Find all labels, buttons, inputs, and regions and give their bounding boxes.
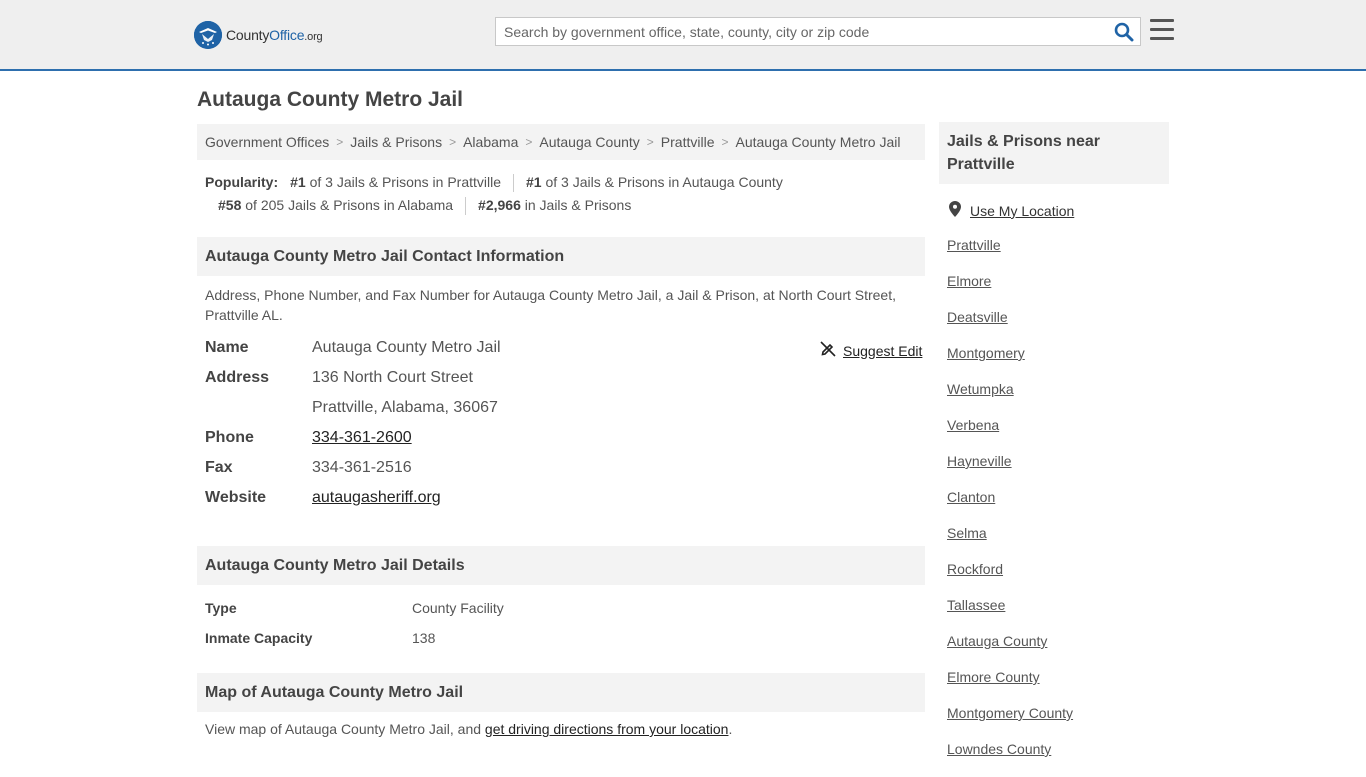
rank-county: #1 of 3 Jails & Prisons in Autauga Count… [526, 174, 783, 190]
phone-label: Phone [205, 429, 254, 446]
chevron-right-icon: > [449, 135, 457, 149]
list-item: Lowndes County [947, 741, 1073, 777]
chevron-right-icon: > [525, 135, 533, 149]
map-description: View map of Autauga County Metro Jail, a… [205, 721, 733, 737]
breadcrumb-jails-prisons[interactable]: Jails & Prisons [350, 134, 442, 150]
type-label: Type [205, 600, 237, 616]
nearby-elmore-county-link[interactable]: Elmore County [947, 669, 1040, 685]
list-item: Prattville [947, 237, 1073, 273]
contact-row-phone: Phone 334-361-2600 [205, 423, 925, 453]
sidebar-heading: Jails & Prisons near Prattville [939, 122, 1169, 184]
search-input[interactable] [496, 18, 1106, 45]
details-row-capacity: Inmate Capacity 138 [205, 623, 504, 653]
nearby-deatsville-link[interactable]: Deatsville [947, 309, 1008, 325]
rank-state: #58 of 205 Jails & Prisons in Alabama [218, 197, 454, 213]
nearby-montgomery-county-link[interactable]: Montgomery County [947, 705, 1073, 721]
list-item: Verbena [947, 417, 1073, 453]
website-link[interactable]: autaugasheriff.org [312, 489, 441, 507]
address-label: Address [205, 369, 270, 386]
site-header: CountyOffice.org [0, 0, 1366, 71]
breadcrumb-prattville[interactable]: Prattville [661, 134, 715, 150]
nearby-elmore-link[interactable]: Elmore [947, 273, 991, 289]
name-label: Name [205, 339, 249, 356]
nearby-hayneville-link[interactable]: Hayneville [947, 453, 1012, 469]
driving-directions-link[interactable]: get driving directions from your locatio… [485, 721, 729, 737]
site-logo[interactable]: CountyOffice.org [194, 21, 323, 49]
website-label: Website [205, 489, 267, 506]
nearby-autauga-county-link[interactable]: Autauga County [947, 633, 1047, 649]
nearby-clanton-link[interactable]: Clanton [947, 489, 995, 505]
page-title: Autauga County Metro Jail [197, 88, 464, 111]
list-item: Rockford [947, 561, 1073, 597]
breadcrumb-government-offices[interactable]: Government Offices [205, 134, 329, 150]
contact-row-name: Name Autauga County Metro Jail [205, 333, 925, 363]
phone-link[interactable]: 334-361-2600 [312, 429, 412, 447]
list-item: Montgomery [947, 345, 1073, 381]
nearby-selma-link[interactable]: Selma [947, 525, 987, 541]
list-item: Clanton [947, 489, 1073, 525]
breadcrumb-current: Autauga County Metro Jail [735, 134, 901, 150]
fax-value: 334-361-2516 [312, 459, 412, 476]
nearby-verbena-link[interactable]: Verbena [947, 417, 999, 433]
name-value: Autauga County Metro Jail [312, 339, 501, 356]
popularity-rankings: Popularity: #1 of 3 Jails & Prisons in P… [205, 171, 925, 217]
capacity-label: Inmate Capacity [205, 630, 313, 646]
fax-label: Fax [205, 459, 233, 476]
nearby-prattville-link[interactable]: Prattville [947, 237, 1001, 253]
rank-national: #2,966 in Jails & Prisons [478, 197, 632, 213]
breadcrumb: Government Offices > Jails & Prisons > A… [197, 124, 925, 160]
chevron-right-icon: > [646, 135, 654, 149]
contact-row-address-2: Prattville, Alabama, 36067 [205, 393, 925, 423]
chevron-right-icon: > [336, 135, 344, 149]
nearby-lowndes-county-link[interactable]: Lowndes County [947, 741, 1051, 757]
type-value: County Facility [412, 600, 504, 616]
nearby-wetumpka-link[interactable]: Wetumpka [947, 381, 1014, 397]
nearby-rockford-link[interactable]: Rockford [947, 561, 1003, 577]
details-row-type: Type County Facility [205, 593, 504, 623]
details-table: Type County Facility Inmate Capacity 138 [205, 593, 504, 653]
list-item: Tallassee [947, 597, 1073, 633]
list-item: Wetumpka [947, 381, 1073, 417]
list-item: Montgomery County [947, 705, 1073, 741]
search-icon[interactable] [1114, 22, 1134, 42]
nearby-montgomery-link[interactable]: Montgomery [947, 345, 1025, 361]
search-box [495, 17, 1141, 46]
capacity-value: 138 [412, 630, 436, 646]
contact-row-address: Address 136 North Court Street [205, 363, 925, 393]
address-line2: Prattville, Alabama, 36067 [312, 399, 498, 416]
breadcrumb-alabama[interactable]: Alabama [463, 134, 518, 150]
logo-emblem-icon [194, 21, 222, 49]
map-pin-icon [949, 201, 961, 220]
logo-wordmark: CountyOffice.org [226, 27, 323, 43]
list-item: Elmore County [947, 669, 1073, 705]
contact-table: Name Autauga County Metro Jail Address 1… [205, 333, 925, 513]
list-item: Deatsville [947, 309, 1073, 345]
use-my-location[interactable]: Use My Location [949, 201, 1074, 220]
breadcrumb-autauga-county[interactable]: Autauga County [539, 134, 639, 150]
list-item: Hayneville [947, 453, 1073, 489]
map-heading: Map of Autauga County Metro Jail [197, 673, 925, 712]
contact-row-website: Website autaugasheriff.org [205, 483, 925, 513]
popularity-label: Popularity: [205, 174, 279, 190]
contact-description: Address, Phone Number, and Fax Number fo… [205, 287, 896, 323]
chevron-right-icon: > [721, 135, 729, 149]
hamburger-menu-icon[interactable] [1150, 19, 1174, 41]
list-item: Autauga County [947, 633, 1073, 669]
list-item: Elmore [947, 273, 1073, 309]
use-my-location-link[interactable]: Use My Location [970, 203, 1074, 219]
rank-city: #1 of 3 Jails & Prisons in Prattville [290, 174, 501, 190]
nearby-list: Prattville Elmore Deatsville Montgomery … [947, 237, 1073, 777]
list-item: Selma [947, 525, 1073, 561]
contact-heading: Autauga County Metro Jail Contact Inform… [197, 237, 925, 276]
nearby-tallassee-link[interactable]: Tallassee [947, 597, 1005, 613]
contact-row-fax: Fax 334-361-2516 [205, 453, 925, 483]
address-line1: 136 North Court Street [312, 369, 473, 386]
details-heading: Autauga County Metro Jail Details [197, 546, 925, 585]
